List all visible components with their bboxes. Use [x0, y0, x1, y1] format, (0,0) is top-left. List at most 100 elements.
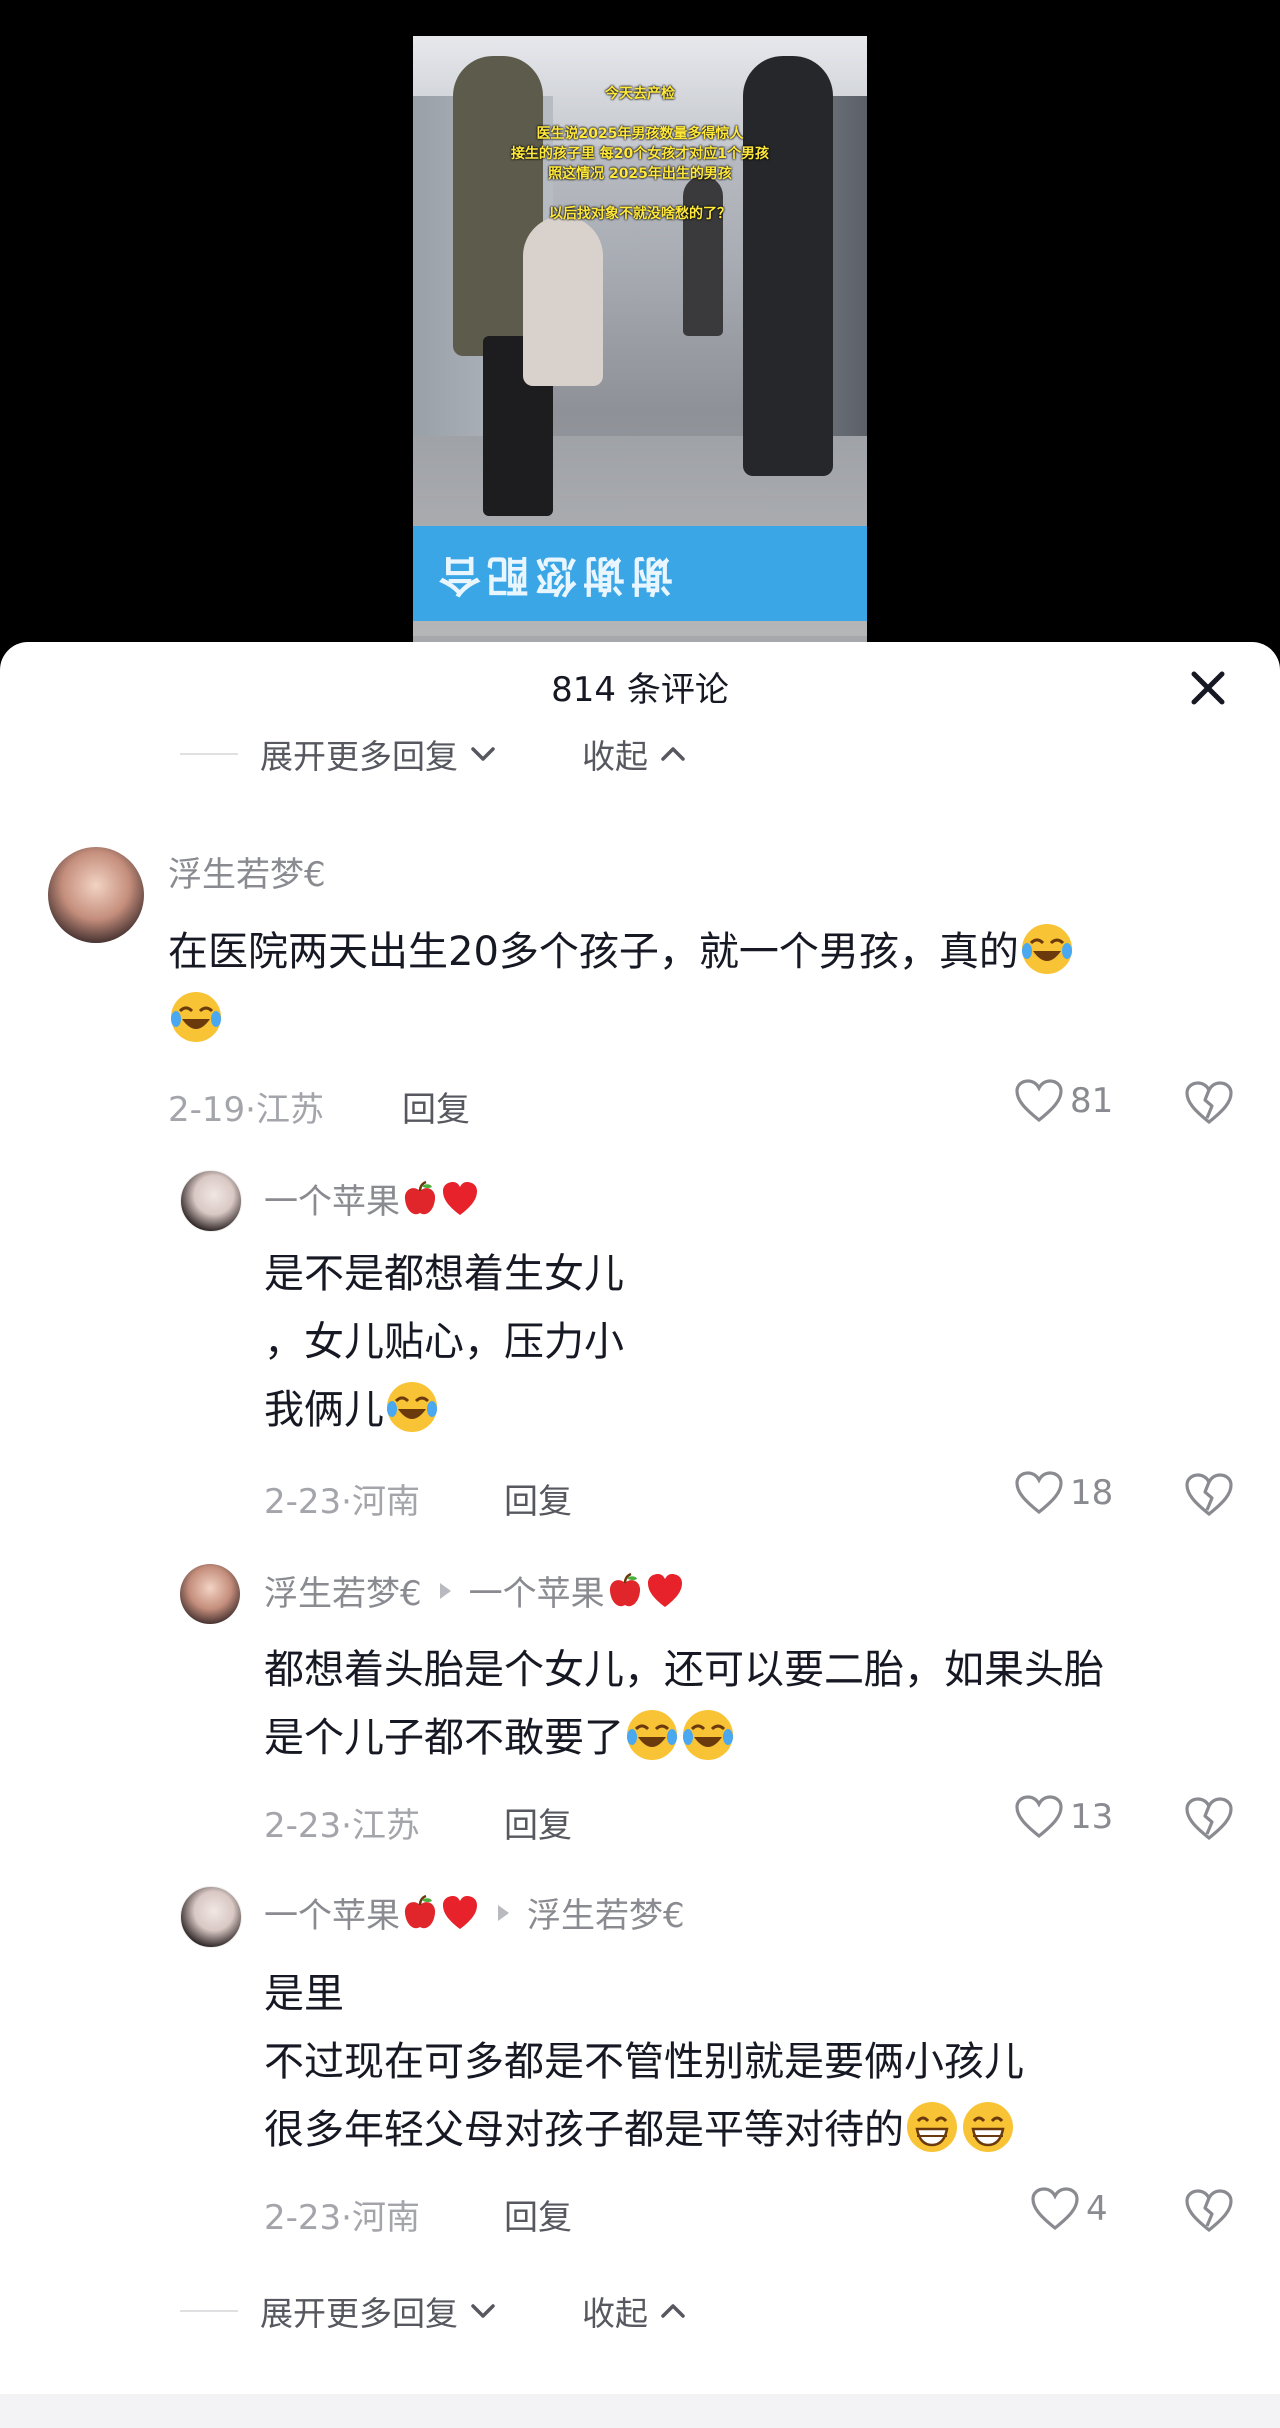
- comment-text-line: 我俩儿: [264, 1387, 384, 1433]
- meta-separator: ·: [341, 2198, 352, 2238]
- comment-meta: 2-23·河南: [264, 1474, 420, 1523]
- collapse-replies-button[interactable]: 收起: [582, 2287, 688, 2335]
- caption-line: [413, 184, 867, 204]
- meta-separator: ·: [245, 1090, 256, 1130]
- username-text: 浮生若梦€: [264, 1574, 422, 1614]
- dislike-button[interactable]: [1184, 1796, 1234, 1846]
- video-person: [523, 216, 603, 386]
- reply-to-username[interactable]: 一个苹果: [469, 1566, 605, 1615]
- comment-text: 在医院两天出生20多个孩子，就一个男孩，真的: [168, 918, 1075, 1054]
- meta-separator: ·: [341, 1806, 352, 1846]
- red-apple-emoji-icon: [404, 1894, 436, 1928]
- like-count: 18: [1070, 1473, 1114, 1513]
- caption-line: 医生说2025年男孩数量多得惊人: [536, 126, 744, 142]
- video-caption: 今天去产检 医生说2025年男孩数量多得惊人 接生的孩子里 每20个女孩才对应1…: [413, 84, 867, 224]
- reply-button[interactable]: 回复: [402, 1082, 470, 1131]
- comment-meta: 2-23·河南: [264, 2190, 420, 2239]
- broken-heart-icon: [1185, 2189, 1233, 2233]
- collapse-label: 收起: [582, 737, 648, 776]
- reply-button[interactable]: 回复: [504, 2190, 572, 2239]
- comment-text-line: 在医院两天出生20多个孩子，就一个男孩，真的: [168, 929, 1019, 975]
- comment-text: 是里 不过现在可多都是不管性别就是要俩小孩儿 很多年轻父母对孩子都是平等对待的: [264, 1960, 1024, 2164]
- heart-icon: [1031, 2187, 1079, 2231]
- heart-icon: [1015, 1471, 1063, 1515]
- input-bar-edge: [0, 2394, 1280, 2428]
- dislike-button[interactable]: [1184, 1080, 1234, 1130]
- expand-replies-row: 展开更多回复 收起: [180, 2286, 688, 2336]
- chevron-up-icon: [661, 747, 685, 761]
- comment-location: 江苏: [255, 1090, 324, 1130]
- comment-text-line: 很多年轻父母对孩子都是平等对待的: [264, 2107, 904, 2153]
- caption-line: [413, 104, 867, 124]
- collapse-replies-button[interactable]: 收起: [582, 730, 688, 778]
- red-heart-emoji-icon: [443, 1181, 477, 1215]
- close-icon[interactable]: [1186, 666, 1230, 710]
- avatar[interactable]: [180, 1170, 242, 1232]
- comment-date: 2-23: [264, 2198, 342, 2238]
- caption-line: 接生的孩子里 每20个女孩才对应1个男孩: [510, 146, 770, 162]
- reply-button[interactable]: 回复: [504, 1798, 572, 1847]
- caption-line: 照这情况 2025年出生的男孩: [548, 166, 732, 182]
- like-count: 81: [1070, 1081, 1114, 1121]
- comment-username[interactable]: 一个苹果: [264, 1174, 480, 1223]
- chevron-down-icon: [471, 2304, 495, 2318]
- comment-text: 都想着头胎是个女儿，还可以要二胎，如果头胎 是个儿子都不敢要了: [264, 1636, 1104, 1772]
- reply-to-username[interactable]: 浮生若梦€: [527, 1888, 685, 1937]
- dislike-button[interactable]: [1184, 2188, 1234, 2238]
- like-button[interactable]: 18: [1014, 1470, 1113, 1516]
- comment-text: 是不是都想着生女儿 ，女儿贴心，压力小 我俩儿: [264, 1240, 624, 1444]
- comment-location: 河南: [351, 2198, 420, 2238]
- expand-replies-row: 展开更多回复 收起: [180, 729, 688, 779]
- expand-more-replies-button[interactable]: 展开更多回复: [260, 730, 498, 778]
- comment-text-line: 都想着头胎是个女儿，还可以要二胎，如果头胎: [264, 1647, 1104, 1693]
- rofl-emoji-icon: [171, 992, 221, 1042]
- comment-count-title: 814 条评论: [551, 670, 729, 710]
- grin-emoji-icon: [907, 2102, 957, 2152]
- comment-text-line: 不过现在可多都是不管性别就是要俩小孩儿: [264, 2039, 1024, 2085]
- comment-date: 2-19: [168, 1090, 246, 1130]
- divider-line: [180, 2310, 238, 2312]
- broken-heart-icon: [1185, 1473, 1233, 1517]
- broken-heart-icon: [1185, 1797, 1233, 1841]
- floor-sign-text: 谢谢您配合: [433, 551, 674, 600]
- comment-username[interactable]: 浮生若梦€ 一个苹果: [264, 1566, 685, 1615]
- like-count: 4: [1086, 2189, 1108, 2229]
- comment-date: 2-23: [264, 1482, 342, 1522]
- rofl-emoji-icon: [1021, 924, 1072, 974]
- collapse-label: 收起: [582, 2294, 648, 2333]
- dislike-button[interactable]: [1184, 1472, 1234, 1522]
- rofl-emoji-icon: [627, 1710, 677, 1760]
- floor-sign: 谢谢您配合: [413, 526, 867, 621]
- comment-meta: 2-19·江苏: [168, 1082, 324, 1131]
- meta-separator: ·: [341, 1482, 352, 1522]
- heart-icon: [1015, 1795, 1063, 1839]
- username-text: 一个苹果: [264, 1896, 400, 1936]
- like-button[interactable]: 81: [1014, 1078, 1113, 1124]
- username-text: 一个苹果: [264, 1182, 400, 1222]
- comment-username[interactable]: 浮生若梦€: [168, 847, 326, 896]
- avatar[interactable]: [48, 847, 144, 943]
- rofl-emoji-icon: [683, 1710, 733, 1760]
- comment-sheet: 814 条评论 展开更多回复 收起 浮生若梦€ 在医院两天出生20多个孩子，就一…: [0, 642, 1280, 2428]
- chevron-down-icon: [471, 747, 495, 761]
- red-apple-emoji-icon: [609, 1572, 640, 1606]
- comment-meta: 2-23·江苏: [264, 1798, 420, 1847]
- like-button[interactable]: 4: [1030, 2186, 1108, 2232]
- comment-text-line: 是里: [264, 1971, 344, 2017]
- video-player[interactable]: 谢谢您配合 今天去产检 医生说2025年男孩数量多得惊人 接生的孩子里 每20个…: [0, 0, 1280, 660]
- comment-username[interactable]: 一个苹果 浮生若梦€: [264, 1888, 685, 1937]
- comment-text-line: 是个儿子都不敢要了: [264, 1715, 624, 1761]
- video-frame[interactable]: 谢谢您配合 今天去产检 医生说2025年男孩数量多得惊人 接生的孩子里 每20个…: [413, 36, 867, 660]
- reply-button[interactable]: 回复: [504, 1474, 572, 1523]
- reply-arrow-icon: [439, 1582, 451, 1599]
- comment-location: 河南: [351, 1482, 420, 1522]
- heart-icon: [1015, 1079, 1063, 1123]
- avatar[interactable]: [180, 1564, 240, 1624]
- expand-more-label: 展开更多回复: [260, 2294, 458, 2333]
- avatar[interactable]: [180, 1886, 242, 1948]
- red-heart-emoji-icon: [647, 1573, 682, 1607]
- expand-more-label: 展开更多回复: [260, 737, 458, 776]
- rofl-emoji-icon: [387, 1382, 437, 1432]
- expand-more-replies-button[interactable]: 展开更多回复: [260, 2287, 498, 2335]
- like-button[interactable]: 13: [1014, 1794, 1113, 1840]
